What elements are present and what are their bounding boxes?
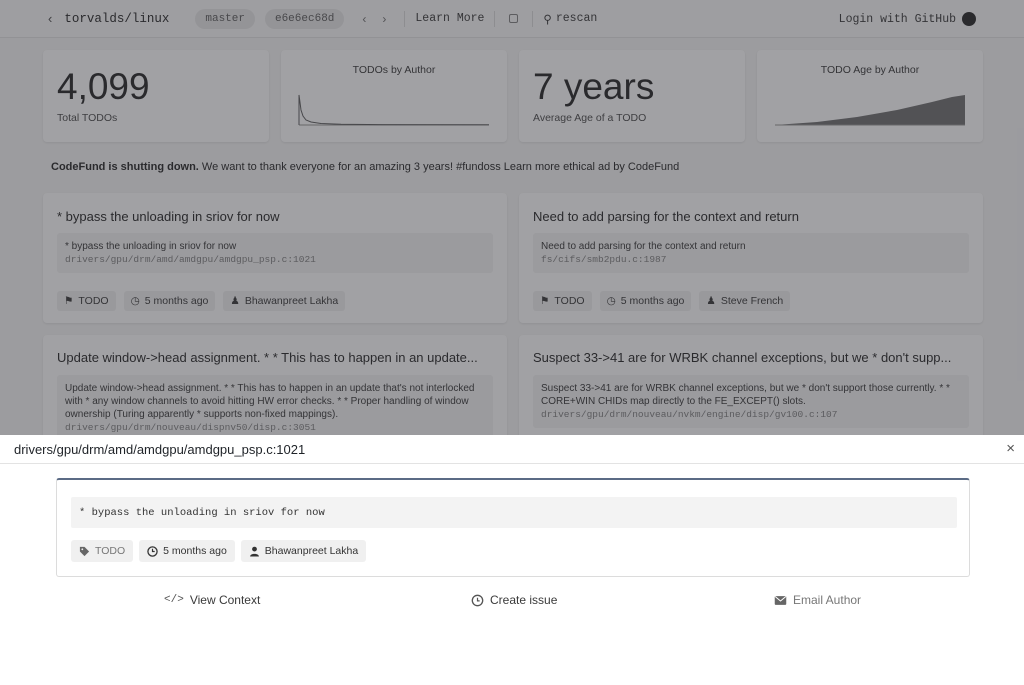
- age-tag: 5 months ago: [139, 540, 235, 562]
- todo-detail-tags: TODO 5 months ago Bhawanpreet Lakha: [71, 540, 367, 562]
- create-issue-label: Create issue: [490, 593, 558, 607]
- email-author-button[interactable]: Email Author: [774, 593, 861, 607]
- tag-icon: [79, 546, 90, 556]
- modal-backdrop[interactable]: [0, 0, 1024, 435]
- email-author-label: Email Author: [793, 593, 862, 607]
- age-tag-label: 5 months ago: [163, 545, 227, 557]
- modal-actions: </> View Context Create issue Email Auth…: [0, 593, 1024, 609]
- clock-icon: [147, 545, 158, 557]
- close-icon[interactable]: ×: [1006, 440, 1015, 457]
- modal-title: drivers/gpu/drm/amd/amdgpu/amdgpu_psp.c:…: [14, 442, 306, 457]
- issue-icon: [471, 594, 484, 606]
- author-tag: Bhawanpreet Lakha: [240, 540, 367, 562]
- user-icon: [249, 546, 259, 557]
- view-context-button[interactable]: </> View Context: [164, 593, 260, 607]
- todo-detail-card: * bypass the unloading in sriov for now …: [56, 478, 970, 577]
- modal-header: drivers/gpu/drm/amd/amdgpu/amdgpu_psp.c:…: [0, 435, 1024, 464]
- todo-code-snippet: * bypass the unloading in sriov for now: [71, 497, 957, 528]
- view-context-label: View Context: [189, 593, 261, 607]
- code-icon: </>: [164, 594, 184, 606]
- create-issue-button[interactable]: Create issue: [471, 593, 557, 607]
- todo-tag-label: TODO: [95, 545, 126, 557]
- author-tag-label: Bhawanpreet Lakha: [264, 545, 359, 557]
- email-icon: [774, 595, 787, 605]
- todo-detail-modal: drivers/gpu/drm/amd/amdgpu/amdgpu_psp.c:…: [0, 435, 1024, 685]
- todo-tag: TODO: [71, 540, 134, 562]
